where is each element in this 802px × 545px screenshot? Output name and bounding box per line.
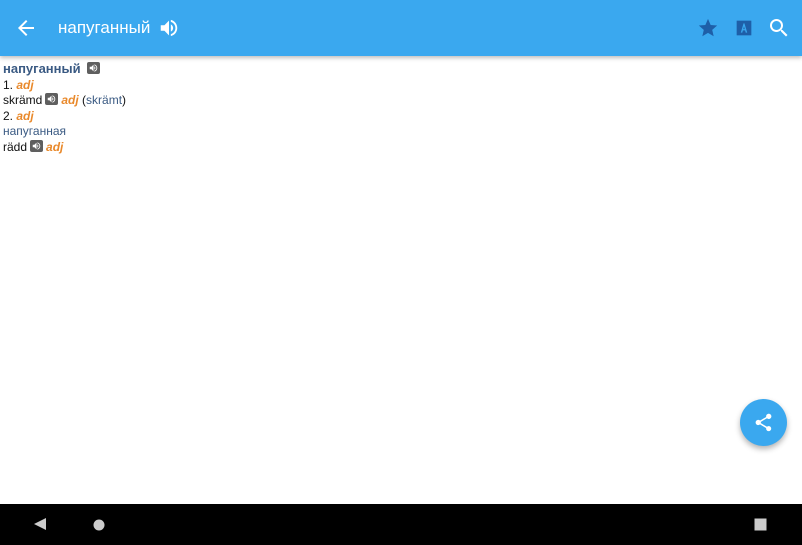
sense-number-line: 2. adj — [3, 108, 793, 124]
translation: skrämd — [3, 93, 43, 107]
recents-square-icon[interactable] — [754, 518, 767, 536]
dictionary-entry: напуганный 1. adj skrämd adj (skrämt) 2. … — [3, 61, 793, 154]
speaker-icon[interactable] — [86, 62, 100, 74]
form-line: напуганная — [3, 123, 793, 139]
speaker-icon[interactable] — [45, 93, 59, 105]
home-circle-icon[interactable] — [93, 518, 105, 536]
sense-number: 1. — [3, 77, 14, 92]
translation: rädd — [3, 139, 28, 154]
part-of-speech: adj — [61, 93, 79, 107]
paren-close: ) — [122, 93, 127, 107]
translation-line: rädd adj — [3, 139, 793, 155]
star-icon[interactable] — [697, 17, 719, 39]
search-icon[interactable] — [767, 16, 791, 40]
speaker-icon[interactable] — [30, 139, 44, 152]
app-bar: напуганный — [0, 0, 802, 56]
form-link[interactable]: напуганная — [3, 124, 66, 138]
headword: напуганный — [3, 61, 81, 76]
share-icon — [755, 413, 772, 432]
part-of-speech: adj — [16, 77, 34, 92]
transliteration-icon[interactable] — [733, 17, 755, 39]
speaker-icon[interactable] — [158, 17, 180, 39]
part-of-speech: adj — [46, 139, 64, 154]
sense-number-line: 1. adj — [3, 77, 793, 93]
sense-number: 2. — [3, 108, 14, 123]
variant-link[interactable]: skrämt — [86, 93, 122, 107]
translation-line: skrämd adj (skrämt) — [3, 92, 793, 108]
part-of-speech: adj — [16, 108, 34, 123]
page-title: напуганный — [58, 18, 151, 37]
back-triangle-icon[interactable] — [33, 517, 47, 536]
system-nav-bar — [0, 504, 802, 545]
headword-line: напуганный — [3, 61, 793, 77]
share-button[interactable] — [740, 399, 787, 446]
back-arrow-icon[interactable] — [14, 16, 38, 40]
